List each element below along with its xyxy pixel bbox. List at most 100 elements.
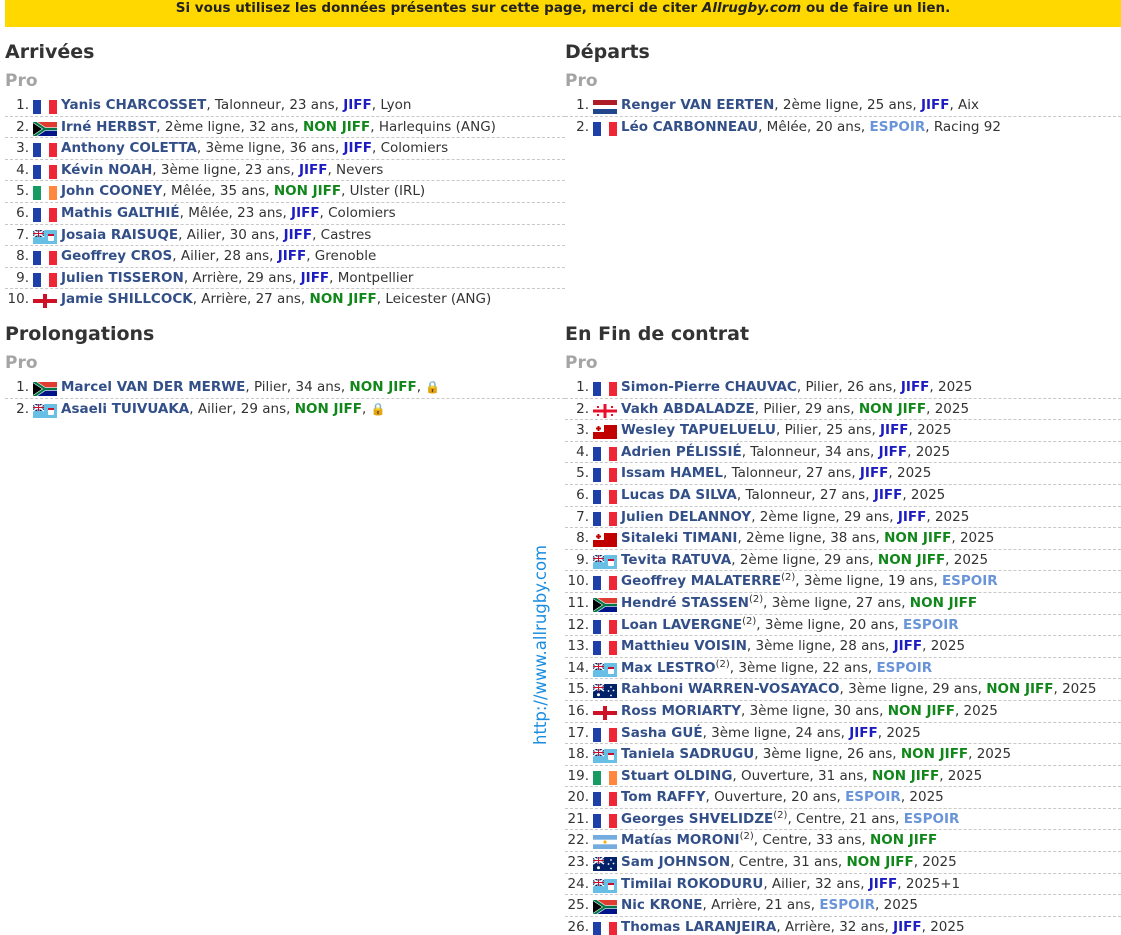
flag-fj-icon — [593, 878, 617, 893]
status-badge: NON JIFF — [349, 379, 417, 395]
flag-fr-icon — [33, 164, 57, 179]
player-name-link[interactable]: Mathis GALTHIÉ — [61, 205, 180, 221]
rank-number: 22. — [567, 832, 589, 849]
list-item: 8. Geoffrey CROS, Ailier, 28 ans, JIFF, G… — [5, 246, 565, 268]
player-details: 2ème ligne, 25 ans — [782, 97, 913, 113]
status-badge: JIFF — [849, 724, 878, 741]
list-item: 5. Issam HAMEL, Talonneur, 27 ans, JIFF, … — [565, 463, 1121, 485]
player-name-link[interactable]: Wesley TAPUELUELU — [621, 422, 776, 438]
player-name-link[interactable]: Vakh ABDALADZE — [621, 401, 755, 417]
player-name-link[interactable]: Nic KRONE — [621, 897, 702, 913]
player-name-link[interactable]: Sasha GUÉ — [621, 725, 703, 741]
player-name-link[interactable]: Anthony COLETTA — [61, 140, 197, 156]
player-name-link[interactable]: Georges SHVELIDZE — [621, 811, 773, 827]
footnote-marker: (2) — [715, 658, 730, 670]
player-details: Ailier, 29 ans — [197, 400, 287, 417]
flag-ie-icon — [33, 186, 57, 201]
flag-to-icon — [593, 533, 617, 548]
player-extra: , 2025 — [877, 724, 921, 741]
player-name-link[interactable]: Tom RAFFY — [621, 789, 706, 805]
status-badge: ESPOIR — [869, 118, 926, 135]
player-name-link[interactable]: Sam JOHNSON — [621, 854, 730, 870]
player-extra: , Lyon — [371, 97, 412, 113]
player-name-link[interactable]: Irné HERBST — [61, 119, 156, 135]
citation-banner: Si vous utilisez les données présentes s… — [5, 0, 1121, 27]
status-badge: ESPOIR — [845, 789, 901, 806]
player-name-link[interactable]: Geoffrey CROS — [61, 248, 172, 264]
player-name-link[interactable]: Stuart OLDING — [621, 768, 732, 784]
player-name-link[interactable]: Geoffrey MALATERRE — [621, 573, 781, 589]
footnote-marker: (2) — [781, 572, 796, 584]
player-details: Pilier, 34 ans — [253, 379, 341, 395]
list-item: 9. Julien TISSERON, Arrière, 29 ans, JIFF… — [5, 268, 565, 290]
section-sub-prolongations: Pro — [5, 353, 38, 373]
flag-fr-icon — [593, 576, 617, 591]
status-badge: NON JIFF — [858, 400, 927, 417]
player-name-link[interactable]: Marcel VAN DER MERWE — [61, 379, 245, 395]
player-name-link[interactable]: Kévin NOAH — [61, 162, 152, 178]
rank-number: 10. — [7, 291, 29, 308]
player-extra: , 2025 — [902, 486, 946, 503]
list-item: 20. Tom RAFFY, Ouverture, 20 ans, ESPOIR,… — [565, 787, 1121, 809]
player-name-link[interactable]: Sitaleki TIMANI — [621, 530, 737, 546]
rank-number: 3. — [576, 422, 589, 439]
player-name-link[interactable]: Hendré STASSEN — [621, 595, 749, 611]
status-badge: NON JIFF — [986, 681, 1054, 698]
status-badge: ESPOIR — [902, 616, 959, 633]
player-name-link[interactable]: Asaeli TUIVUAKA — [61, 401, 189, 417]
player-name-link[interactable]: Rahboni WARREN-VOSAYACO — [621, 681, 840, 697]
player-name-link[interactable]: Simon-Pierre CHAUVAC — [621, 379, 797, 395]
player-extra: , Grenoble — [306, 248, 377, 265]
player-name-link[interactable]: Thomas LARANJEIRA — [621, 919, 776, 935]
list-item: 6. Mathis GALTHIÉ, Mêlée, 23 ans, JIFF, C… — [5, 203, 565, 225]
player-details: Arrière, 27 ans — [201, 291, 301, 308]
player-name-link[interactable]: Issam HAMEL — [621, 465, 723, 481]
list-item: 10. Jamie SHILLCOCK, Arrière, 27 ans, NON… — [5, 289, 565, 311]
list-item: 11. Hendré STASSEN(2), 3ème ligne, 27 ans… — [565, 593, 1121, 615]
list-item: 17. Sasha GUÉ, 3ème ligne, 24 ans, JIFF, … — [565, 723, 1121, 745]
player-name-link[interactable]: Lucas DA SILVA — [621, 487, 737, 503]
player-name-link[interactable]: Yanis CHARCOSSET — [61, 97, 206, 113]
player-details: Pilier, 25 ans — [784, 422, 872, 439]
player-name-link[interactable]: Tevita RATUVA — [621, 552, 731, 568]
player-name-link[interactable]: Matthieu VOISIN — [621, 638, 747, 654]
player-name-link[interactable]: John COONEY — [61, 183, 162, 199]
player-name-link[interactable]: Taniela SADRUGU — [621, 746, 754, 762]
player-details: Centre, 31 ans — [738, 854, 838, 871]
rank-number: 1. — [16, 379, 29, 395]
player-name-link[interactable]: Jamie SHILLCOCK — [61, 291, 193, 307]
status-badge: JIFF — [300, 269, 330, 286]
player-name-link[interactable]: Julien DELANNOY — [621, 509, 751, 525]
flag-fr-icon — [593, 921, 617, 935]
rank-number: 16. — [567, 702, 589, 719]
player-name-link[interactable]: Julien TISSERON — [61, 270, 184, 286]
player-extra: , Montpellier — [329, 269, 414, 286]
rank-number: 17. — [567, 724, 589, 741]
player-name-link[interactable]: Matías MORONI — [621, 832, 740, 848]
player-name-link[interactable]: Loan LAVERGNE — [621, 617, 742, 633]
player-name-link[interactable]: Timilai ROKODURU — [621, 876, 763, 892]
player-extra: , Racing 92 — [925, 118, 1001, 135]
section-title-departs: Départs — [565, 41, 650, 63]
rank-number: 24. — [567, 875, 589, 892]
banner-text-end: ou de faire un lien. — [801, 0, 951, 16]
flag-fr-icon — [593, 446, 617, 461]
status-badge: NON JIFF — [871, 767, 940, 784]
player-name-link[interactable]: Ross MORIARTY — [621, 703, 741, 719]
player-name-link[interactable]: Léo CARBONNEAU — [621, 119, 758, 135]
list-item: 1. Marcel VAN DER MERWE, Pilier, 34 ans, … — [5, 377, 565, 399]
player-name-link[interactable]: Josaia RAISUQE — [61, 227, 178, 243]
flag-to-icon — [593, 425, 617, 440]
status-badge: ESPOIR — [903, 810, 960, 827]
player-details: Centre, 21 ans — [796, 810, 896, 827]
player-name-link[interactable]: Renger VAN EERTEN — [621, 97, 774, 113]
player-name-link[interactable]: Max LESTRO — [621, 660, 716, 676]
status-badge: JIFF — [291, 204, 320, 221]
flag-fr-icon — [593, 641, 617, 656]
status-badge: ESPOIR — [876, 659, 933, 676]
player-name-link[interactable]: Adrien PÉLISSIÉ — [621, 444, 742, 460]
list-item: 22. Matías MORONI(2), Centre, 33 ans, NON… — [565, 830, 1121, 853]
banner-site-link[interactable]: Allrugby.com — [702, 0, 801, 16]
rank-number: 4. — [576, 443, 589, 460]
section-sub-arrivees: Pro — [5, 71, 38, 91]
